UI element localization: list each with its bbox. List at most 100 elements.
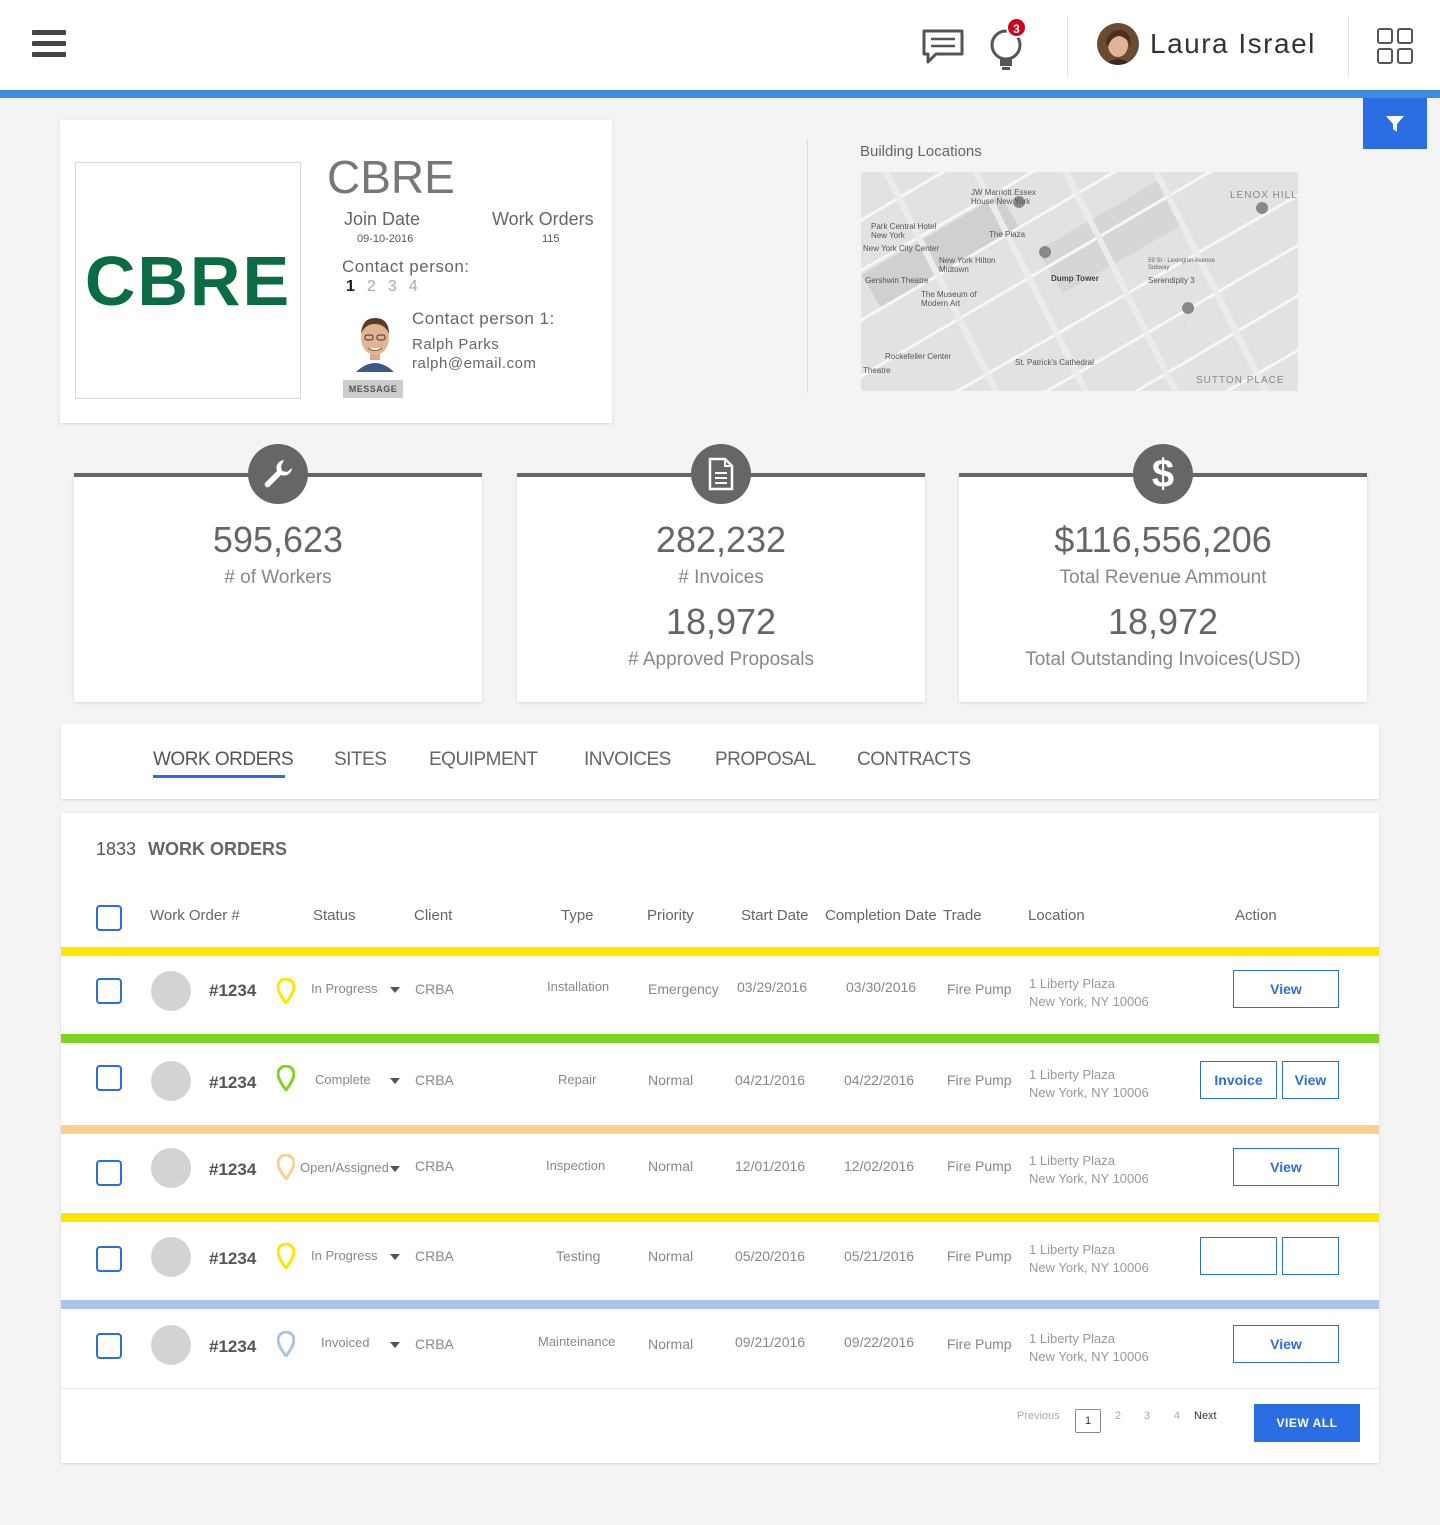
avatar[interactable] [1097, 23, 1139, 65]
status-color-bar [61, 947, 1379, 956]
status-value[interactable]: Complete [315, 1072, 371, 1087]
table-row[interactable]: #1234 Open/Assigned CRBA Inspection Norm… [61, 1134, 1379, 1212]
page-number[interactable]: 2 [1115, 1410, 1121, 1422]
map-label: The Museum of Modern Art [921, 290, 977, 308]
column-header[interactable]: Priority [647, 907, 694, 924]
message-button[interactable]: MESSAGE [343, 380, 403, 398]
location-line2: New York, NY 10006 [1029, 1260, 1149, 1275]
tab-equipment[interactable]: EQUIPMENT [429, 749, 538, 771]
map-pin-icon [277, 1065, 295, 1091]
action-button[interactable] [1282, 1237, 1339, 1275]
row-avatar [151, 1148, 191, 1188]
map-pin-icon [277, 1243, 295, 1269]
column-header: Action [1235, 907, 1277, 924]
contact1-label: Contact person 1: [412, 309, 555, 328]
client-value: CRBA [415, 1336, 454, 1352]
work-order-number[interactable]: #1234 [209, 1160, 256, 1180]
tab-invoices[interactable]: INVOICES [584, 749, 671, 771]
status-dropdown-icon[interactable] [390, 987, 400, 993]
location-line1: 1 Liberty Plaza [1029, 1242, 1115, 1257]
work-order-number[interactable]: #1234 [209, 981, 256, 1001]
table-row[interactable]: #1234 Complete CRBA Repair Normal 04/21/… [61, 1043, 1379, 1121]
select-all-checkbox[interactable] [96, 905, 122, 931]
table-row[interactable]: #1234 In Progress CRBA Testing Normal 05… [61, 1222, 1379, 1300]
start-date-value: 05/20/2016 [735, 1248, 806, 1264]
column-header[interactable]: Completion Date [825, 907, 937, 924]
notification-badge: 3 [1006, 17, 1027, 38]
invoices-label: # Invoices [678, 567, 764, 588]
client-value: CRBA [415, 1158, 454, 1174]
location-line1: 1 Liberty Plaza [1029, 976, 1115, 991]
contact-page[interactable]: 3 [388, 278, 397, 295]
invoice-button[interactable]: Invoice [1200, 1061, 1277, 1099]
completion-date-value: 09/22/2016 [844, 1334, 915, 1350]
wrench-icon [248, 444, 308, 504]
map-label: Serendipity 3 [1148, 276, 1195, 285]
user-name[interactable]: Laura Israel [1150, 28, 1316, 60]
map-label: New York City Center [863, 244, 940, 253]
client-value: CRBA [415, 981, 454, 997]
location-line1: 1 Liberty Plaza [1029, 1331, 1115, 1346]
table-row[interactable]: #1234 Invoiced CRBA Mainteinance Normal … [61, 1309, 1379, 1387]
map-pin-icon [277, 1331, 295, 1357]
row-checkbox[interactable] [96, 978, 122, 1004]
pagination-previous[interactable]: Previous [1017, 1410, 1060, 1422]
work-orders-panel: 1833 WORK ORDERS Work Order # Status Clie… [61, 813, 1379, 1463]
work-order-number[interactable]: #1234 [209, 1337, 256, 1357]
apps-grid-icon[interactable] [1377, 28, 1413, 64]
column-header[interactable]: Trade [943, 907, 982, 924]
top-bar: 3 Laura Israel [0, 0, 1440, 90]
status-value[interactable]: In Progress [311, 1248, 377, 1263]
chat-icon[interactable] [922, 28, 964, 66]
status-value[interactable]: Invoiced [321, 1335, 369, 1350]
action-button[interactable] [1200, 1237, 1277, 1275]
table-row[interactable]: #1234 In Progress CRBA Installation Emer… [61, 956, 1379, 1034]
column-header[interactable]: Work Order # [150, 907, 240, 924]
status-dropdown-icon[interactable] [390, 1078, 400, 1084]
status-value[interactable]: Open/Assigned [300, 1160, 389, 1175]
view-all-button[interactable]: VIEW ALL [1254, 1404, 1360, 1442]
column-header[interactable]: Location [1028, 907, 1085, 924]
pagination-next[interactable]: Next [1194, 1410, 1217, 1422]
work-orders-count: 1833 [96, 839, 137, 859]
menu-icon[interactable] [32, 30, 66, 60]
building-locations-map[interactable]: JW Marriott Essex House New York Park Ce… [861, 172, 1298, 391]
column-header[interactable]: Start Date [741, 907, 809, 924]
column-header[interactable]: Status [313, 907, 356, 924]
status-dropdown-icon[interactable] [390, 1166, 400, 1172]
page-number[interactable]: 3 [1144, 1410, 1150, 1422]
view-button[interactable]: View [1233, 1148, 1339, 1186]
revenue-label: Total Revenue Ammount [1059, 567, 1267, 588]
page-number[interactable]: 1 [1075, 1409, 1101, 1433]
filter-button[interactable] [1363, 98, 1427, 149]
status-value[interactable]: In Progress [311, 981, 377, 996]
row-checkbox[interactable] [96, 1065, 122, 1091]
location-line2: New York, NY 10006 [1029, 1171, 1149, 1186]
view-button[interactable]: View [1233, 970, 1339, 1008]
row-checkbox[interactable] [96, 1160, 122, 1186]
column-header[interactable]: Type [561, 907, 594, 924]
contact-page[interactable]: 4 [409, 278, 418, 295]
row-checkbox[interactable] [96, 1333, 122, 1359]
status-dropdown-icon[interactable] [390, 1342, 400, 1348]
contact-page[interactable]: 1 [346, 278, 355, 295]
tab-proposal[interactable]: PROPOSAL [715, 749, 816, 771]
row-checkbox[interactable] [96, 1246, 122, 1272]
status-dropdown-icon[interactable] [390, 1254, 400, 1260]
page-number[interactable]: 4 [1174, 1410, 1180, 1422]
contact-email[interactable]: ralph@email.com [412, 355, 536, 372]
view-button[interactable]: View [1282, 1061, 1339, 1099]
contact-page[interactable]: 2 [367, 278, 376, 295]
work-orders-title: WORK ORDERS [148, 839, 288, 859]
column-header[interactable]: Client [414, 907, 452, 924]
view-button[interactable]: View [1233, 1325, 1339, 1363]
work-order-number[interactable]: #1234 [209, 1249, 256, 1269]
tab-contracts[interactable]: CONTRACTS [857, 749, 971, 771]
tab-sites[interactable]: SITES [334, 749, 387, 771]
accent-line [0, 90, 1440, 98]
tab-work-orders[interactable]: WORK ORDERS [153, 749, 294, 771]
start-date-value: 04/21/2016 [735, 1072, 806, 1088]
priority-value: Normal [648, 1158, 694, 1174]
completion-date-value: 03/30/2016 [846, 979, 917, 995]
work-order-number[interactable]: #1234 [209, 1073, 256, 1093]
